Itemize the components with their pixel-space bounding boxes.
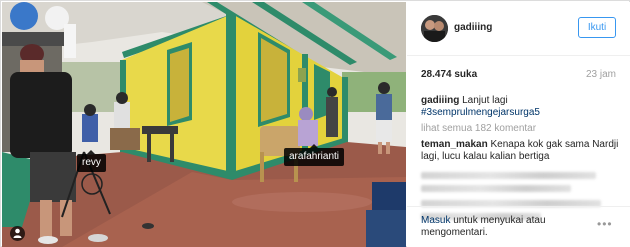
photo-scene bbox=[2, 2, 406, 247]
caption-hashtag[interactable]: #3semprulmengejarsurga5 bbox=[421, 107, 540, 118]
blurred-line bbox=[421, 172, 596, 179]
caption-username[interactable]: gadiiing bbox=[421, 95, 459, 106]
login-link[interactable]: Masuk bbox=[421, 215, 450, 226]
post-username[interactable]: gadiiing bbox=[454, 22, 492, 33]
avatar[interactable] bbox=[421, 15, 448, 42]
avatar-image bbox=[421, 15, 448, 42]
post-frame: revy arafahrianti gadiiing Ikuti 28.474 … bbox=[0, 0, 630, 247]
caption-text: Lanjut lagi bbox=[462, 95, 508, 106]
login-prompt: Masuk untuk menyukai atau mengomentari. bbox=[421, 215, 586, 239]
like-count[interactable]: 28.474 suka bbox=[421, 69, 477, 80]
post-photo[interactable]: revy arafahrianti bbox=[2, 2, 406, 247]
post-header: gadiiing Ikuti bbox=[407, 2, 630, 56]
person-glyph bbox=[13, 228, 22, 238]
blurred-line bbox=[421, 185, 571, 192]
view-all-comments-link[interactable]: lihat semua 182 komentar bbox=[421, 123, 621, 135]
post-stats: 28.474 suka 23 jam bbox=[421, 69, 616, 83]
comment-username[interactable]: teman_makan bbox=[421, 139, 488, 150]
photo-tag-revy[interactable]: revy bbox=[77, 150, 106, 172]
comments-section: gadiiing Lanjut lagi #3semprulmengejarsu… bbox=[421, 95, 621, 220]
post-side-panel: gadiiing Ikuti 28.474 suka 23 jam gadiii… bbox=[407, 2, 630, 247]
more-options-button[interactable]: ••• bbox=[597, 217, 613, 231]
comment-item: teman_makan Kenapa kok gak sama Nardji l… bbox=[421, 139, 621, 163]
user-tag-icon[interactable] bbox=[10, 226, 25, 241]
post-footer: Masuk untuk menyukai atau mengomentari. … bbox=[407, 206, 630, 247]
post-timestamp[interactable]: 23 jam bbox=[586, 69, 616, 80]
photo-tag-arafahrianti[interactable]: arafahrianti bbox=[284, 144, 345, 166]
follow-button[interactable]: Ikuti bbox=[578, 17, 616, 38]
caption: gadiiing Lanjut lagi #3semprulmengejarsu… bbox=[421, 95, 621, 119]
